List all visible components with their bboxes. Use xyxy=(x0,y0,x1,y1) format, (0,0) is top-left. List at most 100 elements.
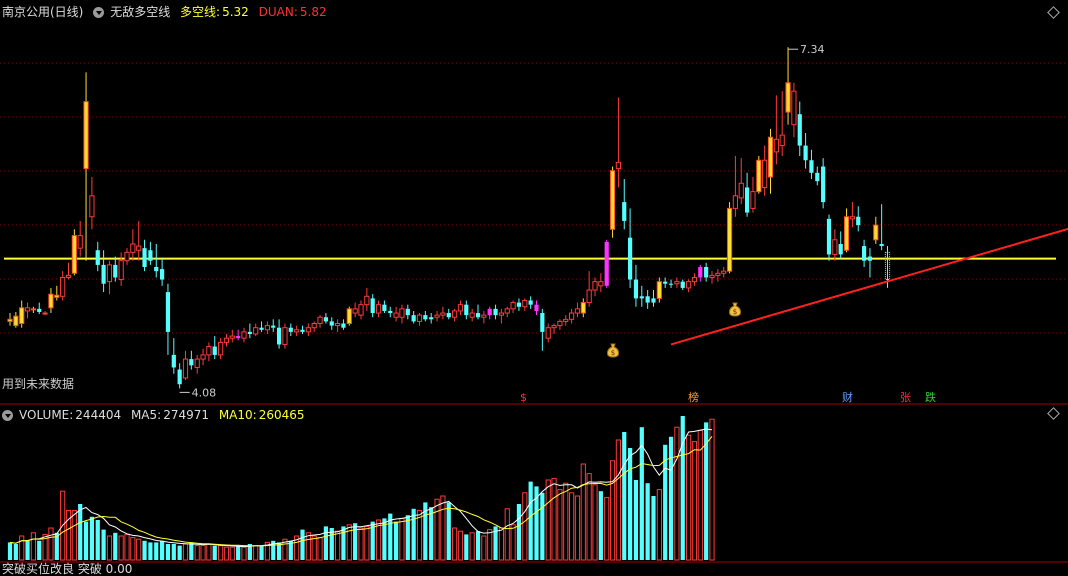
candle xyxy=(388,306,393,318)
candle-body xyxy=(563,318,569,322)
volume-bar xyxy=(399,517,405,561)
candle xyxy=(598,273,604,293)
candle xyxy=(405,304,410,320)
candle xyxy=(48,287,54,314)
candle-body xyxy=(19,307,25,325)
candle-body xyxy=(352,308,358,314)
candle xyxy=(540,308,545,351)
volume-bar xyxy=(25,540,30,560)
candle-body xyxy=(756,159,762,193)
candle-body xyxy=(873,224,879,241)
candle-body xyxy=(48,293,54,309)
candle xyxy=(434,310,440,322)
candle-body xyxy=(434,314,440,318)
volume-bar xyxy=(323,526,328,560)
candle-body xyxy=(393,312,399,318)
ma10-label: MA10: xyxy=(218,408,257,422)
candle-body xyxy=(750,191,756,209)
candle xyxy=(715,269,721,282)
volume-bar xyxy=(101,529,106,560)
candle xyxy=(656,277,662,303)
volume-label: VOLUME: xyxy=(19,408,74,422)
candle xyxy=(165,283,171,355)
candle-body xyxy=(738,182,744,199)
candle-body xyxy=(346,308,352,325)
stock-name: 南京公用(日线) xyxy=(2,5,84,19)
volume-bar xyxy=(522,492,528,561)
candle xyxy=(615,97,621,188)
candle xyxy=(709,271,715,284)
candle xyxy=(604,239,609,288)
candle-body xyxy=(364,295,370,306)
candle-body xyxy=(598,281,604,287)
candle xyxy=(171,338,176,374)
dkx-value: 5.32 xyxy=(222,5,249,19)
candle xyxy=(89,176,95,230)
volume-bar xyxy=(580,463,586,561)
volume-bar xyxy=(609,460,616,561)
candle-body xyxy=(639,296,644,299)
candle xyxy=(346,306,352,326)
candle xyxy=(843,208,850,253)
volume-bar xyxy=(13,544,18,560)
volume-bar xyxy=(481,535,487,561)
volume-bar xyxy=(615,439,621,561)
candle xyxy=(65,262,72,280)
candle xyxy=(551,323,557,334)
volume-bar xyxy=(7,542,13,560)
candle-body xyxy=(223,337,230,343)
volume-dropdown-icon[interactable] xyxy=(2,410,13,421)
candle-body xyxy=(528,300,533,305)
candle xyxy=(288,323,293,337)
volume-bar xyxy=(680,416,685,560)
volume-bar xyxy=(429,507,434,560)
candle xyxy=(674,277,680,288)
candle-body xyxy=(516,302,522,307)
volume-bar xyxy=(633,480,639,560)
candle-body xyxy=(124,251,130,262)
volume-bar xyxy=(604,497,610,561)
candle-body xyxy=(663,281,668,284)
candle xyxy=(300,325,305,334)
volume-value: 244404 xyxy=(75,408,122,422)
candle xyxy=(189,350,194,370)
candle xyxy=(516,298,522,311)
candle xyxy=(803,133,808,169)
candle xyxy=(60,271,66,301)
candle xyxy=(30,306,36,314)
candle xyxy=(352,302,358,318)
candle xyxy=(645,290,650,309)
volume-bars xyxy=(7,416,715,561)
indicator-dropdown-icon[interactable] xyxy=(93,7,105,18)
candle xyxy=(856,206,861,232)
candle xyxy=(364,287,370,311)
dkx-label: 多空线: xyxy=(180,5,221,19)
money-bag-icon: $ xyxy=(728,302,742,317)
volume-bar xyxy=(136,538,142,561)
candle-body xyxy=(294,329,300,333)
candle-body xyxy=(504,308,510,314)
candle xyxy=(160,258,165,286)
volume-bar xyxy=(452,527,458,561)
candle-body xyxy=(300,329,305,332)
volume-bar xyxy=(148,542,153,560)
candle-body xyxy=(160,269,165,280)
signal-tag-dollar: $ xyxy=(520,391,527,404)
candle xyxy=(493,304,498,320)
candle-body xyxy=(651,298,656,303)
volume-bar xyxy=(218,545,224,561)
future-data-note: 用到未来数据 xyxy=(2,377,75,391)
candle xyxy=(639,285,644,307)
candle-body xyxy=(510,302,516,310)
candle-body xyxy=(236,336,241,339)
candle xyxy=(229,329,235,343)
candle-body xyxy=(423,315,428,320)
candle-body xyxy=(709,274,715,278)
candle xyxy=(745,172,750,217)
candle xyxy=(452,308,458,322)
candle-body xyxy=(464,304,469,316)
candle-body xyxy=(288,327,293,332)
candle-body xyxy=(691,276,698,283)
volume-bar xyxy=(37,540,42,560)
volume-bar xyxy=(440,495,446,561)
